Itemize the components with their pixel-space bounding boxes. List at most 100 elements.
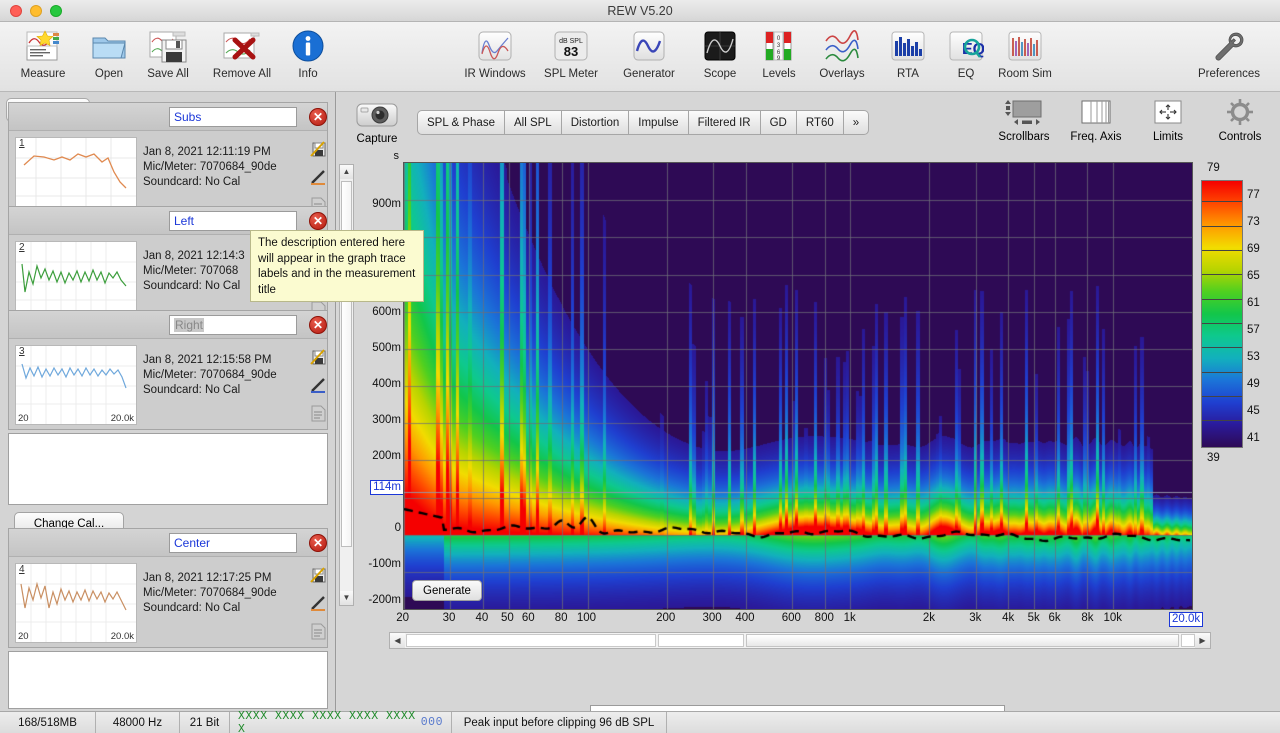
controls-button[interactable]: Controls (1204, 95, 1276, 143)
toolbar-levels-label: Levels (762, 68, 796, 80)
measurement-timestamp: Jan 8, 2021 12:15:58 PM (143, 354, 272, 366)
spectrogram-canvas (404, 163, 1192, 609)
x-tick-label: 100 (576, 612, 597, 624)
tab-more-chevron[interactable]: » (842, 110, 870, 135)
notes-page-icon[interactable] (305, 617, 331, 645)
controls-gear-icon (1227, 99, 1253, 125)
tab-rt60[interactable]: RT60 (795, 110, 843, 135)
pencil-edit-icon[interactable] (305, 163, 331, 191)
measurement-actions (305, 343, 331, 427)
x-tick-label: 200 (656, 612, 676, 624)
toolbar-generator-button[interactable]: Generator (610, 26, 688, 80)
pencil-edit-icon[interactable] (305, 371, 331, 399)
measurement-mic: Mic/Meter: 707068 (143, 265, 239, 277)
x-axis-marker[interactable]: 20.0k (1169, 612, 1204, 627)
save-measurement-icon[interactable] (305, 561, 331, 589)
measurement-thumbnail: 2 20 20.0k (15, 241, 137, 321)
x-tick-label: 300 (702, 612, 722, 624)
measurement-name-input[interactable] (169, 211, 297, 231)
toolbar-remove-all-label: Remove All (212, 68, 272, 80)
hscroll-segment[interactable] (406, 634, 656, 647)
capture-button[interactable]: Capture (346, 98, 408, 145)
y-axis-marker[interactable]: 114m (370, 480, 404, 495)
delete-circle-icon[interactable]: ✕ (309, 534, 327, 552)
measurement-card[interactable]: ✕ 1 20 150 (8, 102, 328, 222)
color-scale-gridline (1202, 323, 1242, 324)
pencil-edit-icon[interactable] (305, 589, 331, 617)
tab-all-spl[interactable]: All SPL (503, 110, 561, 135)
save-measurement-icon[interactable] (305, 343, 331, 371)
color-scale-tick: 41 (1247, 432, 1260, 444)
toolbar-save-all-button[interactable]: Save All (129, 26, 207, 80)
measurement-name-input[interactable]: Right (169, 315, 297, 335)
tab-spl-phase[interactable]: SPL & Phase (417, 110, 504, 135)
y-tick-label: 900m (372, 198, 401, 210)
color-scale-tick: 45 (1247, 405, 1260, 417)
scrollbars-icon (1005, 100, 1042, 125)
scrollbars-button[interactable]: Scrollbars (988, 95, 1060, 143)
color-scale: 79 39 77 73 69 65 61 57 53 49 45 41 (1197, 162, 1277, 472)
save-measurement-icon[interactable] (305, 135, 331, 163)
tab-label: Impulse (638, 116, 679, 129)
measurement-notes-field[interactable] (8, 433, 328, 505)
measure-icon (23, 26, 63, 66)
toolbar-room-sim-button[interactable]: Room Sim (986, 26, 1064, 80)
measurement-thumbnail: 1 20 150 (15, 137, 137, 217)
measurement-thumbnail: 4 20 20.0k (15, 563, 137, 643)
scroll-left-arrow-icon[interactable]: ◀ (390, 633, 405, 648)
hscroll-segment[interactable] (1181, 634, 1195, 647)
limits-label: Limits (1152, 131, 1184, 143)
plot-horizontal-scrollbar[interactable]: ◀ ▶ (389, 632, 1211, 649)
level-meter-text: XXXX XXXX XXXX XXXX XXXX X (238, 709, 416, 733)
color-scale-gridline (1202, 420, 1242, 421)
delete-circle-icon[interactable]: ✕ (309, 316, 327, 334)
y-tick-label: -200m (368, 594, 401, 606)
generate-button[interactable]: Generate (412, 580, 482, 601)
toolbar-preferences-button[interactable]: Preferences (1190, 26, 1268, 80)
measurement-info: Jan 8, 2021 12:15:58 PM Mic/Meter: 70706… (143, 353, 277, 398)
toolbar-measure-label: Measure (20, 68, 66, 80)
scroll-right-arrow-icon[interactable]: ▶ (1195, 633, 1210, 648)
camera-icon (356, 103, 398, 127)
status-spacer (667, 712, 1280, 733)
color-scale-gridline (1202, 396, 1242, 397)
measurement-soundcard: Soundcard: No Cal (143, 384, 241, 396)
scroll-up-arrow-icon[interactable]: ▲ (340, 165, 353, 179)
measurement-card[interactable]: Right ✕ 3 20 20.0k Jan 8, 2021 12:15:58 … (8, 310, 328, 430)
measurement-header: ✕ (9, 529, 327, 557)
tab-gd[interactable]: GD (759, 110, 796, 135)
horizontal-scroll-thumb[interactable] (746, 634, 1179, 647)
toolbar-ir-windows-button[interactable]: IR Windows (456, 26, 534, 80)
toolbar-info-button[interactable]: Info (269, 26, 347, 80)
tab-distortion[interactable]: Distortion (560, 110, 629, 135)
hscroll-segment[interactable] (658, 634, 744, 647)
spectrogram-plot[interactable]: Generate (403, 162, 1193, 610)
tab-impulse[interactable]: Impulse (628, 110, 688, 135)
tab-filtered-ir[interactable]: Filtered IR (687, 110, 760, 135)
freq-axis-button[interactable]: Freq. Axis (1060, 95, 1132, 143)
delete-circle-icon[interactable]: ✕ (309, 108, 327, 126)
measurement-card[interactable]: ✕ 4 20 20.0k (8, 528, 328, 648)
limits-icon (1154, 100, 1182, 124)
limits-button[interactable]: Limits (1132, 95, 1204, 143)
scroll-down-arrow-icon[interactable]: ▼ (340, 591, 353, 605)
y-tick-label: 400m (372, 378, 401, 390)
measurement-mic: Mic/Meter: 7070684_90de (143, 587, 277, 599)
notes-page-icon[interactable] (305, 399, 331, 427)
measurement-name-input[interactable] (169, 533, 297, 553)
color-scale-gridline (1202, 250, 1242, 251)
generator-icon (629, 26, 669, 66)
save-all-icon (148, 26, 188, 66)
delete-circle-icon[interactable]: ✕ (309, 212, 327, 230)
color-scale-tick: 73 (1247, 216, 1260, 228)
toolbar-spl-meter-label: SPL Meter (544, 68, 598, 80)
window-titlebar: REW V5.20 (0, 0, 1280, 22)
measurement-name-input[interactable] (169, 107, 297, 127)
x-tick-label: 2k (922, 612, 936, 624)
x-tick-label: 50 (500, 612, 514, 624)
measurement-notes-field[interactable] (8, 651, 328, 709)
toolbar-spl-meter-button[interactable]: dB SPL 83 SPL Meter (532, 26, 610, 80)
info-icon (288, 26, 328, 66)
folder-open-icon (89, 26, 129, 66)
y-tick-label: 0 (394, 522, 401, 534)
